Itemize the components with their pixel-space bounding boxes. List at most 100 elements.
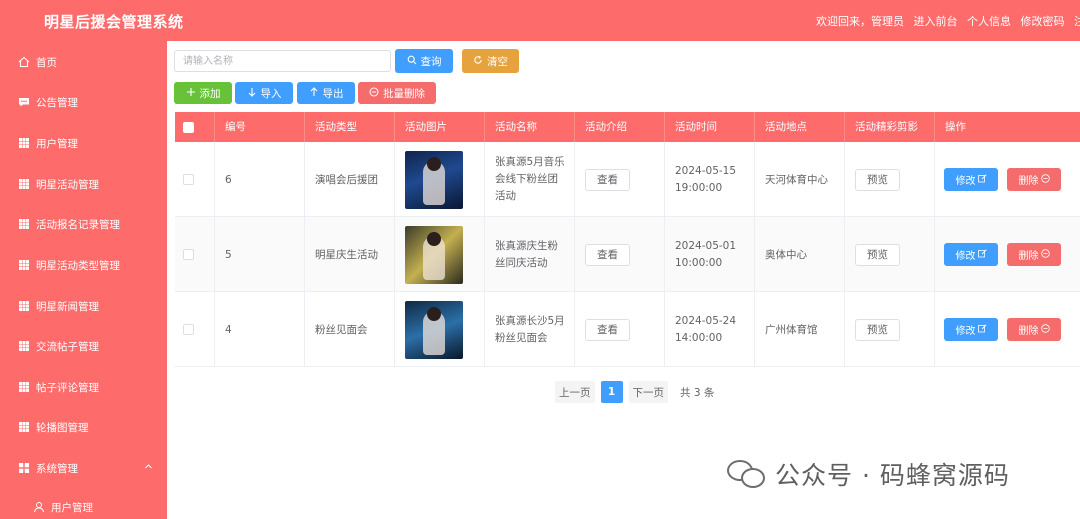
cell-highlights: 预览 (845, 142, 935, 217)
sidebar-item-system[interactable]: 系统管理 (0, 448, 167, 488)
sidebar-item-label: 明星活动类型管理 (36, 259, 120, 272)
preview-button[interactable]: 预览 (855, 318, 900, 341)
refresh-icon (473, 55, 483, 68)
edit-button[interactable]: 修改 (944, 168, 998, 191)
search-input[interactable] (174, 50, 391, 72)
query-button-label: 查询 (420, 55, 442, 68)
cell-id: 6 (215, 142, 305, 217)
edit-icon (977, 248, 987, 261)
cell-name: 张真源庆生粉丝同庆活动 (485, 217, 575, 292)
cell-type: 明星庆生活动 (305, 217, 395, 292)
cell-id: 5 (215, 217, 305, 292)
image-head (427, 306, 441, 321)
sidebar-item-comments[interactable]: 帖子评论管理 (0, 367, 167, 407)
edit-button[interactable]: 修改 (944, 243, 998, 266)
app-title: 明星后援会管理系统 (44, 13, 184, 31)
cell-actions: 修改 删除 (935, 142, 1080, 217)
edit-button[interactable]: 修改 (944, 318, 998, 341)
cell-image (395, 217, 485, 292)
grid-icon (18, 381, 30, 393)
view-intro-button[interactable]: 查看 (585, 243, 630, 266)
delete-button-label: 删除 (1018, 326, 1039, 337)
sidebar-subitem-label: 用户管理 (51, 501, 93, 514)
sidebar-item-posts[interactable]: 交流帖子管理 (0, 326, 167, 366)
cell-id: 4 (215, 292, 305, 367)
image-head (427, 231, 441, 246)
import-button-label: 导入 (260, 87, 282, 100)
query-button[interactable]: 查询 (395, 49, 453, 73)
wechat-icon (727, 458, 767, 490)
sidebar-item-label: 活动报名记录管理 (36, 218, 120, 231)
table-row: 5 明星庆生活动 张真源庆生粉丝同庆活动 查看 2024-05-01 10:00… (175, 217, 1080, 292)
row-checkbox[interactable] (183, 174, 194, 185)
home-icon (18, 56, 30, 68)
watermark-text: 公众号 · 码蜂窝源码 (775, 461, 1010, 490)
arrow-up-icon (309, 86, 319, 100)
sidebar-item-label: 帖子评论管理 (36, 381, 99, 394)
add-button[interactable]: 添加 (174, 82, 232, 104)
cell-type: 粉丝见面会 (305, 292, 395, 367)
cell-place: 广州体育馆 (755, 292, 845, 367)
view-intro-button[interactable]: 查看 (585, 318, 630, 341)
sidebar-item-carousel[interactable]: 轮播图管理 (0, 407, 167, 447)
sidebar-item-announcements[interactable]: 公告管理 (0, 82, 167, 122)
sidebar-item-label: 首页 (36, 56, 57, 69)
row-select-cell (175, 217, 215, 292)
sidebar-item-users[interactable]: 用户管理 (0, 123, 167, 163)
edit-icon (977, 173, 987, 186)
cell-actions: 修改 删除 (935, 217, 1080, 292)
sidebar-subitem-user-management[interactable]: 用户管理 (0, 492, 167, 519)
cell-type: 演唱会后援团 (305, 142, 395, 217)
select-all-checkbox[interactable] (183, 121, 194, 133)
batch-delete-button[interactable]: 批量删除 (358, 82, 436, 104)
delete-button[interactable]: 删除 (1007, 168, 1061, 191)
next-page-button[interactable]: 下一页 (628, 381, 668, 403)
row-checkbox[interactable] (183, 324, 194, 335)
activity-image[interactable] (405, 225, 463, 284)
pagination: 上一页 1 下一页 共 3 条 (555, 381, 714, 403)
preview-button[interactable]: 预览 (855, 243, 900, 266)
delete-button[interactable]: 删除 (1007, 318, 1061, 341)
reset-button[interactable]: 清空 (462, 49, 519, 73)
import-button[interactable]: 导入 (235, 82, 293, 104)
profile-link[interactable]: 个人信息 (967, 15, 1011, 28)
logout-link[interactable]: 注销 (1074, 15, 1080, 28)
cell-image (395, 142, 485, 217)
sidebar-item-news[interactable]: 明星新闻管理 (0, 286, 167, 326)
main-content: 查询 清空 添加 导入 导出 批量删除 (167, 41, 1080, 519)
cell-intro: 查看 (575, 142, 665, 217)
prev-page-button[interactable]: 上一页 (555, 381, 595, 403)
delete-button[interactable]: 删除 (1007, 243, 1061, 266)
cell-highlights: 预览 (845, 217, 935, 292)
page-number-button[interactable]: 1 (600, 381, 623, 403)
grid-icon (18, 340, 30, 352)
sidebar-item-home[interactable]: 首页 (0, 42, 167, 82)
preview-button[interactable]: 预览 (855, 168, 900, 191)
sidebar-item-label: 明星新闻管理 (36, 300, 99, 313)
sidebar-item-label: 交流帖子管理 (36, 340, 99, 353)
column-header-place: 活动地点 (755, 112, 845, 142)
activity-image[interactable] (405, 300, 463, 359)
column-header-name: 活动名称 (485, 112, 575, 142)
view-intro-button[interactable]: 查看 (585, 168, 630, 191)
edit-button-label: 修改 (955, 326, 976, 337)
sidebar-item-activity-types[interactable]: 明星活动类型管理 (0, 245, 167, 285)
cell-intro: 查看 (575, 217, 665, 292)
sidebar-item-star-activities[interactable]: 明星活动管理 (0, 164, 167, 204)
activity-image[interactable] (405, 150, 463, 209)
sidebar-item-label: 用户管理 (36, 137, 78, 150)
row-checkbox[interactable] (183, 249, 194, 260)
export-button[interactable]: 导出 (297, 82, 355, 104)
grid-icon (18, 137, 30, 149)
sidebar-item-registrations[interactable]: 活动报名记录管理 (0, 204, 167, 244)
sidebar-menu: 首页 公告管理 用户管理 明星活动管理 活动报名记录管理 明星活动类型管理 明星… (0, 41, 167, 519)
export-button-label: 导出 (322, 87, 344, 100)
column-header-type: 活动类型 (305, 112, 395, 142)
grid-icon (18, 218, 30, 230)
reset-button-label: 清空 (487, 55, 508, 68)
enter-frontend-link[interactable]: 进入前台 (914, 15, 958, 28)
change-password-link[interactable]: 修改密码 (1021, 15, 1065, 28)
remove-circle-icon (369, 87, 379, 100)
chevron-up-icon (144, 462, 153, 474)
grid-icon (18, 300, 30, 312)
